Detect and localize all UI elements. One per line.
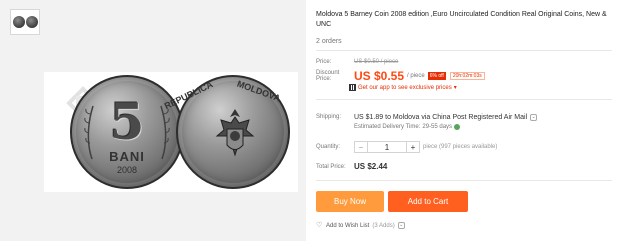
- price-unit: / piece: [407, 73, 425, 79]
- coat-of-arms-icon: [215, 109, 255, 157]
- help-icon[interactable]: [454, 124, 461, 130]
- price-label: Price:: [316, 59, 332, 65]
- wishlist-label: Add to Wish List: [326, 222, 370, 229]
- countdown-timer: 20h:02m:03s: [449, 72, 485, 80]
- discount-price: US $0.55: [354, 69, 405, 83]
- product-title: Moldova 5 Barney Coin 2008 edition ,Euro…: [316, 11, 607, 28]
- quantity-input[interactable]: 1: [368, 141, 406, 153]
- title-divider: [316, 50, 612, 51]
- total-price-row: Total Price: US $2.44: [316, 162, 387, 171]
- coin-country-right: MOLDOVA: [235, 78, 282, 104]
- available-pieces: piece (997 pieces available): [423, 144, 498, 150]
- buy-now-button[interactable]: Buy Now: [316, 191, 384, 212]
- coin-obverse: 5 BANI 2008: [70, 75, 184, 189]
- quantity-increase-button[interactable]: +: [406, 141, 420, 153]
- shipping-dropdown-icon[interactable]: ⌄: [530, 114, 538, 121]
- wishlist-link[interactable]: ♡ Add to Wish List (3 Adds) ⌄: [316, 222, 405, 229]
- original-price: US $0.50 / piece: [354, 59, 399, 65]
- quantity-row: Quantity: − 1 + piece (997 pieces availa…: [316, 141, 497, 153]
- quantity-label: Quantity:: [316, 144, 341, 150]
- heart-icon: ♡: [316, 221, 323, 229]
- product-info-panel: Moldova 5 Barney Coin 2008 edition ,Euro…: [306, 0, 620, 241]
- chevron-down-icon: ▾: [453, 85, 457, 91]
- quantity-decrease-button[interactable]: −: [354, 141, 368, 153]
- wishlist-dropdown-icon[interactable]: ⌄: [397, 222, 405, 229]
- price-divider: [316, 99, 612, 100]
- order-count: 2 orders: [316, 38, 342, 45]
- quantity-stepper: − 1 +: [354, 141, 420, 153]
- gallery-thumbnail[interactable]: [10, 9, 40, 35]
- thumbnail-coin-reverse-icon: [25, 16, 38, 28]
- actions-divider: [316, 180, 612, 181]
- discount-badge: 6% off: [427, 72, 446, 80]
- qr-code-icon: [349, 84, 356, 91]
- regular-price-row: Price: US $0.50 / piece: [316, 59, 398, 65]
- thumbnail-coin-obverse-icon: [12, 16, 25, 28]
- wishlist-count: (3 Adds): [372, 222, 395, 229]
- delivery-days: 29-55 days: [422, 124, 453, 130]
- total-price: US $2.44: [354, 162, 388, 171]
- main-product-image[interactable]: 5 BANI 2008 REPUBLICA MOLDOVA: [44, 72, 298, 192]
- shipping-cost: US $1.89 to Moldova via China Post Regis…: [354, 114, 528, 121]
- shipping-details[interactable]: US $1.89 to Moldova via China Post Regis…: [354, 114, 538, 130]
- product-gallery: 5 BANI 2008 REPUBLICA MOLDOVA: [0, 0, 306, 241]
- app-promo-text: Get our app to see exclusive prices: [358, 84, 452, 91]
- delivery-time-label: Estimated Delivery Time:: [354, 124, 421, 130]
- discount-label: Discount Price:: [316, 70, 340, 82]
- discount-price-row: Discount Price: US $0.55 / piece 6% off …: [316, 69, 485, 83]
- shipping-row: Shipping: US $1.89 to Moldova via China …: [316, 114, 538, 130]
- coin-reverse: REPUBLICA MOLDOVA: [163, 75, 290, 189]
- app-promo-link[interactable]: Get our app to see exclusive prices ▾: [349, 84, 457, 91]
- shipping-label: Shipping:: [316, 114, 342, 120]
- coin-year: 2008: [116, 165, 138, 175]
- total-price-label: Total Price:: [316, 163, 346, 170]
- wheat-left-icon: [84, 105, 94, 160]
- wheat-right-icon: [160, 105, 170, 160]
- add-to-cart-button[interactable]: Add to Cart: [388, 191, 468, 212]
